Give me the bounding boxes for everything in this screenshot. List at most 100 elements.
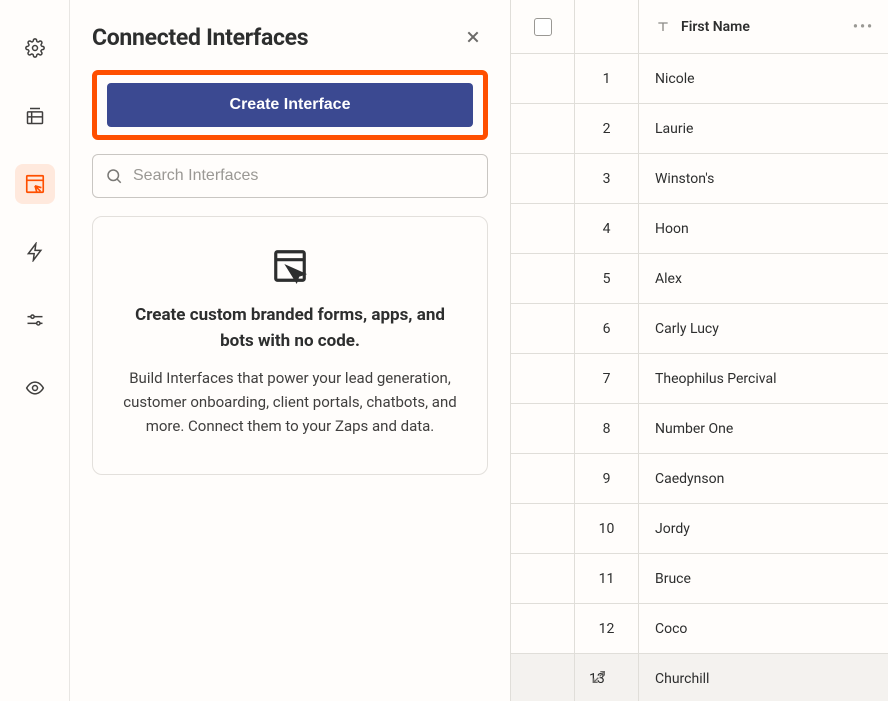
cell-value: Churchill <box>655 671 709 687</box>
table-header-row: First Name ••• <box>511 0 888 54</box>
expand-record-icon[interactable] <box>591 669 607 689</box>
rail-filters[interactable] <box>15 300 55 340</box>
row-gutter <box>511 204 575 253</box>
interfaces-icon <box>24 173 46 195</box>
row-gutter <box>511 654 575 701</box>
table-row[interactable]: 9 Caedynson <box>511 454 888 504</box>
info-card: Create custom branded forms, apps, and b… <box>92 216 488 475</box>
cell-first-name[interactable]: Coco <box>639 604 888 653</box>
row-number: 11 <box>575 554 639 603</box>
table-row[interactable]: 5 Alex <box>511 254 888 304</box>
cell-first-name[interactable]: Alex <box>639 254 888 303</box>
cell-value: Number One <box>655 421 733 437</box>
eye-icon <box>25 378 45 398</box>
bolt-icon <box>25 242 45 262</box>
select-all-checkbox[interactable] <box>534 18 552 36</box>
table-row[interactable]: 10 Jordy <box>511 504 888 554</box>
cell-first-name[interactable]: Nicole <box>639 54 888 103</box>
cell-first-name[interactable]: Winston's <box>639 154 888 203</box>
search-icon <box>105 167 123 185</box>
interfaces-hero-icon <box>121 247 459 285</box>
select-all-cell[interactable] <box>511 0 575 53</box>
table-body: 1Nicole2 Laurie 3 Winston's 4 Hoon 5 Alex 6 Carly… <box>511 54 888 701</box>
row-gutter <box>511 354 575 403</box>
cell-first-name[interactable]: Churchill <box>639 654 888 701</box>
close-button[interactable] <box>458 22 488 52</box>
rail-tables[interactable] <box>15 96 55 136</box>
table-row[interactable]: 2 Laurie <box>511 104 888 154</box>
cell-value: Caedynson <box>655 471 724 487</box>
table-row[interactable]: 12 Coco <box>511 604 888 654</box>
column-header-label: First Name <box>681 19 750 35</box>
cell-value: Jordy <box>655 521 690 537</box>
interfaces-panel: Connected Interfaces Create Interface Cr… <box>70 0 510 701</box>
cell-value: Nicole <box>655 71 695 87</box>
row-number: 6 <box>575 304 639 353</box>
cell-first-name[interactable]: Jordy <box>639 504 888 553</box>
info-heading: Create custom branded forms, apps, and b… <box>121 303 459 354</box>
data-table: First Name ••• 1Nicole2 Laurie 3 Winston's 4… <box>510 0 888 701</box>
row-number: 12 <box>575 604 639 653</box>
rail-automations[interactable] <box>15 232 55 272</box>
close-icon <box>465 29 481 45</box>
info-body: Build Interfaces that power your lead ge… <box>121 366 459 438</box>
table-row[interactable]: 8 Number One <box>511 404 888 454</box>
row-number: 10 <box>575 504 639 553</box>
row-gutter <box>511 404 575 453</box>
cell-value: Coco <box>655 621 687 637</box>
cell-value: Hoon <box>655 221 689 237</box>
cell-value: Alex <box>655 271 682 287</box>
row-number: 7 <box>575 354 639 403</box>
cell-first-name[interactable]: Caedynson <box>639 454 888 503</box>
row-gutter <box>511 54 575 103</box>
row-number: 3 <box>575 154 639 203</box>
row-number: 13 <box>575 654 639 701</box>
column-menu-button[interactable]: ••• <box>853 19 874 35</box>
table-row[interactable]: 3 Winston's <box>511 154 888 204</box>
text-type-icon <box>655 19 671 35</box>
row-gutter <box>511 504 575 553</box>
column-header-first-name[interactable]: First Name ••• <box>639 0 888 53</box>
row-number-header <box>575 0 639 53</box>
panel-title: Connected Interfaces <box>92 24 308 51</box>
row-gutter <box>511 604 575 653</box>
row-gutter <box>511 454 575 503</box>
cell-first-name[interactable]: Hoon <box>639 204 888 253</box>
rail-interfaces[interactable] <box>15 164 55 204</box>
table-row[interactable]: 13 Churchill <box>511 654 888 701</box>
table-row[interactable]: 1Nicole <box>511 54 888 104</box>
cell-first-name[interactable]: Laurie <box>639 104 888 153</box>
search-interfaces[interactable] <box>92 154 488 198</box>
table-row[interactable]: 4 Hoon <box>511 204 888 254</box>
row-number: 8 <box>575 404 639 453</box>
cell-value: Winston's <box>655 171 714 187</box>
cell-value: Theophilus Percival <box>655 371 776 387</box>
table-row[interactable]: 7 Theophilus Percival <box>511 354 888 404</box>
cell-first-name[interactable]: Carly Lucy <box>639 304 888 353</box>
cell-first-name[interactable]: Bruce <box>639 554 888 603</box>
row-gutter <box>511 104 575 153</box>
row-number: 4 <box>575 204 639 253</box>
row-gutter <box>511 254 575 303</box>
table-row[interactable]: 6 Carly Lucy <box>511 304 888 354</box>
row-gutter <box>511 304 575 353</box>
row-number: 9 <box>575 454 639 503</box>
cell-first-name[interactable]: Theophilus Percival <box>639 354 888 403</box>
tables-icon <box>25 106 45 126</box>
cell-first-name[interactable]: Number One <box>639 404 888 453</box>
cell-value: Carly Lucy <box>655 321 719 337</box>
panel-header: Connected Interfaces <box>92 22 488 52</box>
rail-settings[interactable] <box>15 28 55 68</box>
table-row[interactable]: 11 Bruce <box>511 554 888 604</box>
row-number: 5 <box>575 254 639 303</box>
create-highlight-box: Create Interface <box>92 70 488 140</box>
search-input[interactable] <box>133 167 475 185</box>
cell-value: Laurie <box>655 121 693 137</box>
row-gutter <box>511 554 575 603</box>
cell-value: Bruce <box>655 571 691 587</box>
row-number: 2 <box>575 104 639 153</box>
create-interface-button[interactable]: Create Interface <box>107 83 473 127</box>
sliders-icon <box>25 310 45 330</box>
row-gutter <box>511 154 575 203</box>
rail-views[interactable] <box>15 368 55 408</box>
